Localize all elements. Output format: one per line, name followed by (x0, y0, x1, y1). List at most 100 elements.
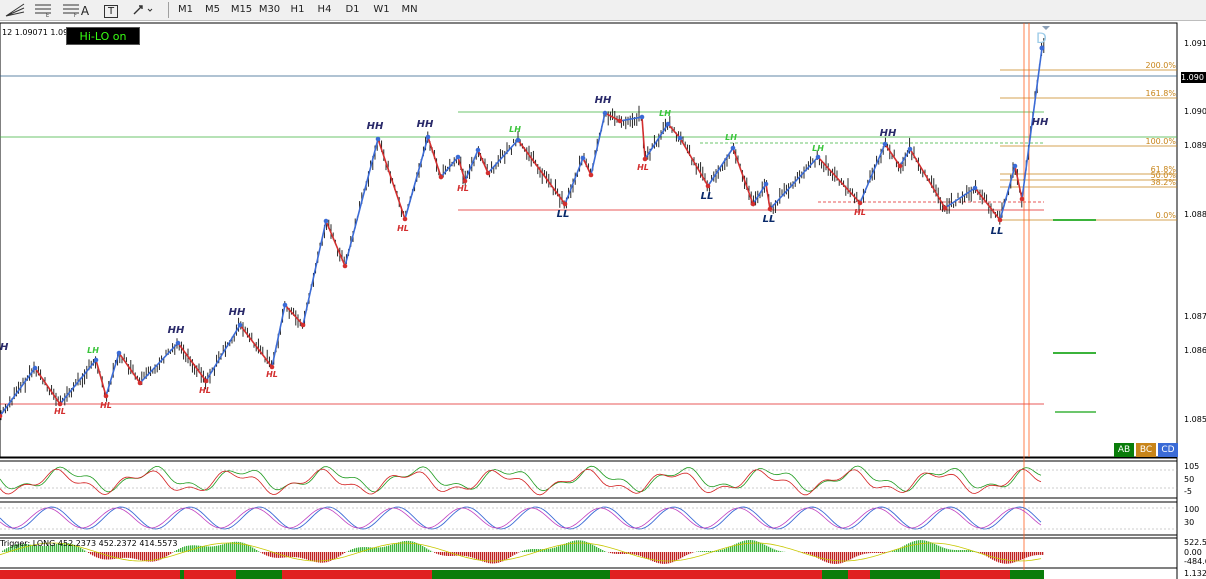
histogram-bar (422, 546, 424, 552)
swing-point (237, 322, 243, 328)
chart-canvas[interactable]: 200.0%161.8%100.0%61.8%50.0%38.2%0.0% HH… (0, 21, 1206, 579)
histogram-bar (524, 550, 526, 552)
label-tool-button[interactable]: T (100, 1, 122, 19)
swing-point (1019, 196, 1025, 202)
zigzag-segment (859, 143, 886, 204)
timeframe-mn[interactable]: MN (396, 1, 423, 19)
zigzag-segment (464, 149, 479, 182)
histogram-bar (216, 545, 218, 552)
histogram-bar (936, 544, 938, 552)
swing-point (665, 121, 671, 127)
histogram-bar (1022, 552, 1024, 560)
swing-label-hh: HH (595, 95, 612, 106)
histogram-bar (314, 552, 316, 562)
histogram-bar (846, 552, 848, 562)
timeframe-d1[interactable]: D1 (339, 1, 366, 19)
swing-label-ll: LL (991, 226, 1004, 237)
fib-fan-icon[interactable] (2, 1, 28, 19)
histogram-bar (138, 552, 140, 560)
swing-point (57, 401, 63, 407)
swing-label-hh: HH (168, 325, 185, 336)
zigzag-segment (974, 187, 1001, 221)
price-chart[interactable]: 200.0%161.8%100.0%61.8%50.0%38.2%0.0% HH… (0, 21, 1206, 579)
histogram-bar (832, 552, 834, 564)
arrows-tool-button[interactable] (128, 1, 158, 19)
swing-point (269, 364, 275, 370)
timeframe-m15[interactable]: M15 (228, 1, 255, 19)
zigzag-segment (325, 220, 346, 267)
histogram-bar (82, 549, 84, 552)
histogram-bar (950, 549, 952, 552)
swing-point (767, 206, 773, 212)
histogram-bar (180, 548, 182, 552)
timeframe-m5[interactable]: M5 (199, 1, 226, 19)
swing-point (897, 163, 903, 169)
histogram-bar (588, 542, 590, 552)
timeframe-m1[interactable]: M1 (172, 1, 199, 19)
histogram-bar (140, 552, 142, 561)
histogram-bar (758, 541, 760, 552)
histogram-bar (602, 550, 604, 552)
pattern-bc-button[interactable]: BC (1136, 443, 1156, 457)
hilo-toggle-button[interactable]: Hi-LO on (66, 27, 140, 45)
histogram-bar (112, 552, 114, 560)
histogram-bar (304, 552, 306, 559)
zigzag-segment (732, 147, 754, 205)
zigzag-segment (641, 116, 646, 160)
histogram-bar (892, 551, 894, 552)
timeframe-w1[interactable]: W1 (368, 1, 395, 19)
histogram-bar (546, 549, 548, 552)
price-axis-label: 1.085 (1184, 415, 1206, 424)
swing-point (942, 205, 948, 211)
histogram-bar (556, 547, 558, 552)
zigzag-segment (477, 149, 489, 174)
histogram-bar (438, 552, 440, 555)
histogram-bar (364, 547, 366, 552)
text-tool-button[interactable]: A (74, 1, 96, 19)
swing-point (588, 172, 594, 178)
histogram-bar (96, 552, 98, 558)
histogram-bar (688, 552, 690, 555)
histogram-bar (300, 552, 302, 558)
fib-levels[interactable]: 200.0%161.8%100.0%61.8%50.0%38.2%0.0% (1000, 61, 1177, 221)
histogram-bar (674, 552, 676, 562)
histogram-bar (830, 552, 832, 564)
histogram-bar (530, 549, 532, 552)
histogram-bar (168, 552, 170, 556)
swing-point (639, 114, 645, 120)
histogram-bar (572, 541, 574, 552)
pattern-cd-button[interactable]: CD (1158, 443, 1178, 457)
timeframe-m30[interactable]: M30 (256, 1, 283, 19)
histogram-bar (638, 552, 640, 556)
histogram-bar (478, 552, 480, 560)
histogram-bar (436, 552, 438, 554)
histogram-bar (862, 552, 864, 555)
osc1-signal (0, 468, 1042, 496)
histogram-bar (428, 549, 430, 552)
fib-level-label: 200.0% (1145, 61, 1176, 70)
histogram-bar (1034, 552, 1036, 556)
trigger-scale-label: 522.5 (1184, 538, 1206, 547)
zigzag-segment (582, 157, 592, 176)
zigzag-segment (105, 352, 120, 397)
histogram-bar (336, 552, 338, 558)
fib-retrace-icon[interactable]: E (30, 1, 56, 19)
histogram-bar (682, 552, 684, 558)
histogram-bar (494, 552, 496, 564)
histogram-bar (430, 550, 432, 552)
timeframe-h4[interactable]: H4 (311, 1, 338, 19)
histogram-bar (226, 543, 228, 552)
histogram-bar (386, 546, 388, 552)
pattern-ab-button[interactable]: AB (1114, 443, 1134, 457)
histogram-bar (776, 550, 778, 552)
histogram-bar (552, 548, 554, 552)
histogram-bar (254, 548, 256, 552)
timeframe-h1[interactable]: H1 (284, 1, 311, 19)
histogram-bar (252, 547, 254, 552)
swing-point (32, 365, 38, 371)
histogram-bar (302, 552, 304, 559)
histogram-bar (646, 552, 648, 559)
histogram-bar (306, 552, 308, 560)
swing-point (642, 156, 648, 162)
zigzag-segment (95, 359, 107, 397)
